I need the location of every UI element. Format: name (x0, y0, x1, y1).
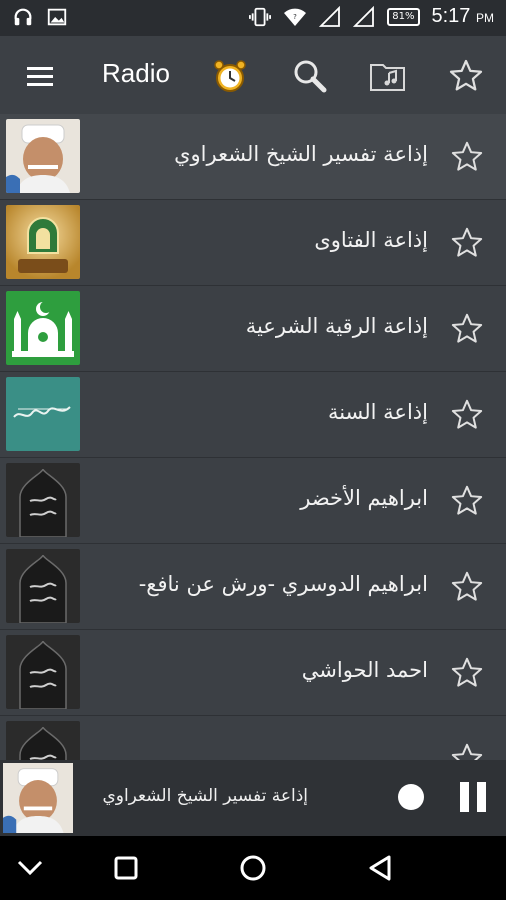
alarm-clock-icon[interactable] (210, 56, 250, 96)
back-button[interactable] (360, 850, 400, 886)
station-thumbnail (6, 291, 80, 365)
star-icon[interactable] (450, 398, 484, 432)
clock: 5:17 PM (431, 5, 495, 27)
menu-icon[interactable] (20, 56, 60, 96)
station-thumbnail (6, 635, 80, 709)
station-thumbnail (6, 377, 80, 451)
station-row[interactable]: ابراهيم الدوسري -ورش عن نافع- (0, 544, 506, 630)
station-label: إذاعة السنة (327, 400, 428, 424)
station-label: إذاعة تفسير الشيخ الشعراوي (174, 142, 428, 166)
star-icon[interactable] (450, 570, 484, 604)
station-thumbnail (6, 463, 80, 537)
home-button[interactable] (233, 850, 273, 886)
app-title: Radio (102, 58, 170, 88)
signal-icon (319, 5, 341, 27)
station-row[interactable]: إذاعة الفتاوى (0, 200, 506, 286)
chevron-down-icon[interactable] (10, 850, 50, 886)
wifi-icon: ? (284, 8, 307, 26)
status-bar: ? 81% 5:17 PM (0, 0, 506, 36)
station-label: ابراهيم الأخضر (300, 486, 428, 510)
station-row[interactable]: إذاعة السنة (0, 372, 506, 458)
mini-player[interactable]: إذاعة تفسير الشيخ الشعراوي (0, 760, 506, 836)
toolbar: Radio (0, 36, 506, 114)
svg-text:?: ? (293, 13, 297, 21)
station-row[interactable]: احمد الحواشي (0, 630, 506, 716)
music-folder-icon[interactable] (368, 56, 408, 96)
star-icon[interactable] (450, 140, 484, 174)
station-thumbnail (6, 205, 80, 279)
station-row[interactable]: إذاعة الرقية الشرعية (0, 286, 506, 372)
station-thumbnail (6, 721, 80, 760)
star-icon[interactable] (450, 656, 484, 690)
station-label: إذاعة الفتاوى (314, 228, 428, 252)
star-icon[interactable] (450, 484, 484, 518)
search-icon[interactable] (290, 56, 330, 96)
station-row[interactable]: ابراهيم الأخضر (0, 458, 506, 544)
recents-button[interactable] (106, 850, 146, 886)
headset-icon (14, 8, 32, 26)
station-label: ابراهيم الدوسري -ورش عن نافع- (138, 572, 428, 596)
now-playing-thumbnail (3, 762, 73, 834)
station-label: إذاعة الرقية الشرعية (245, 314, 428, 338)
station-row[interactable] (0, 716, 506, 760)
star-icon[interactable] (450, 742, 484, 760)
station-label: احمد الحواشي (301, 658, 428, 682)
pause-button[interactable] (460, 782, 486, 812)
favorites-star-icon[interactable] (446, 56, 486, 96)
station-thumbnail (6, 549, 80, 623)
system-navigation-bar (0, 836, 506, 900)
vibrate-icon (249, 7, 272, 26)
station-row[interactable]: إذاعة تفسير الشيخ الشعراوي (0, 114, 506, 200)
battery-indicator: 81% (387, 7, 420, 26)
signal-icon-2 (353, 5, 375, 27)
record-button[interactable] (398, 784, 424, 810)
station-list: إذاعة تفسير الشيخ الشعراوي إذاعة الفتاوى… (0, 114, 506, 760)
now-playing-title: إذاعة تفسير الشيخ الشعراوي (102, 786, 308, 806)
station-thumbnail (6, 119, 80, 193)
star-icon[interactable] (450, 312, 484, 346)
star-icon[interactable] (450, 226, 484, 260)
image-icon (47, 8, 67, 26)
